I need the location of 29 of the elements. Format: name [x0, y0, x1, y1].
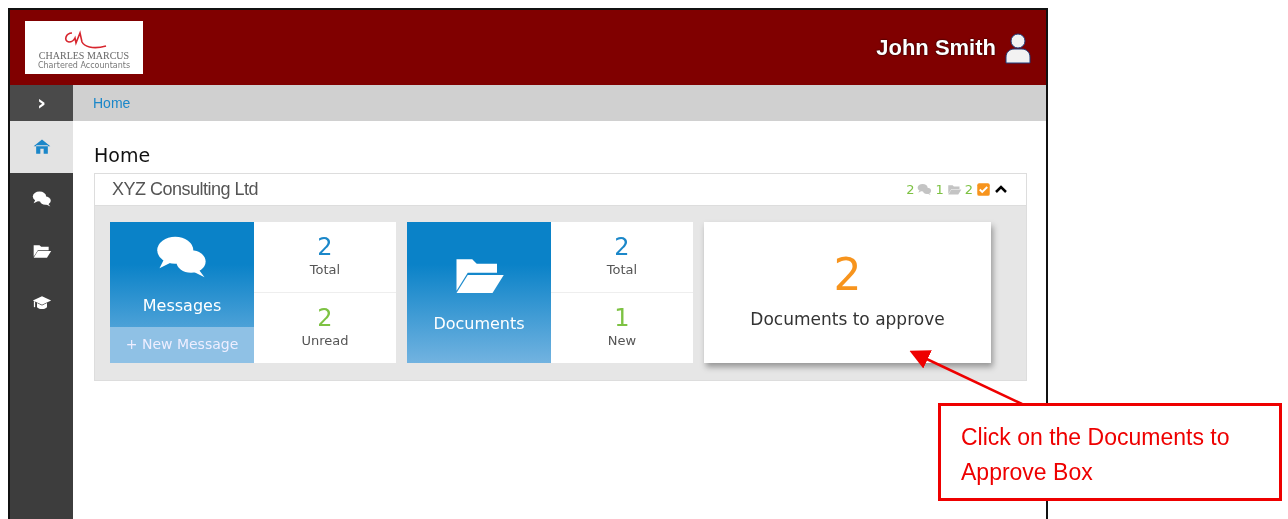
new-message-button[interactable]: + New Message — [110, 326, 254, 363]
counter-value: 1 — [935, 180, 944, 199]
approve-tile[interactable]: 2 Documents to approve — [704, 221, 991, 363]
stat-value: 2 — [317, 233, 333, 261]
stat-value: 1 — [614, 304, 630, 332]
sidebar-toggle[interactable]: › — [10, 85, 73, 121]
stat-label: New — [607, 332, 637, 351]
chat-icon — [31, 189, 52, 209]
tile-label[interactable]: Documents — [433, 312, 525, 337]
home-icon — [31, 137, 52, 157]
stat-value: 2 — [614, 233, 630, 261]
collapse-icon[interactable] — [994, 184, 1008, 195]
user-icon[interactable] — [1004, 31, 1032, 64]
instruction-callout: Click on the Documents to Approve Box — [938, 403, 1282, 501]
counter-value: 2 — [964, 180, 973, 199]
user-name[interactable]: John Smith — [876, 31, 996, 64]
company-name: CHARLES MARCUS — [38, 50, 130, 61]
stat-value: 2 — [317, 304, 333, 332]
company-tagline: Chartered Accountants — [37, 60, 131, 71]
chat-icon — [917, 181, 933, 197]
stat-label: Total — [606, 261, 638, 280]
stat-label: Total — [309, 261, 341, 280]
tile-label[interactable]: Messages — [142, 294, 222, 319]
counter-value: 2 — [906, 180, 915, 199]
breadcrumb-link[interactable]: Home — [93, 92, 131, 114]
page-title: Home — [94, 145, 151, 166]
panel-title: XYZ Consulting Ltd — [112, 177, 259, 201]
checkbox-icon — [976, 181, 991, 197]
stat-label: Unread — [301, 332, 349, 351]
